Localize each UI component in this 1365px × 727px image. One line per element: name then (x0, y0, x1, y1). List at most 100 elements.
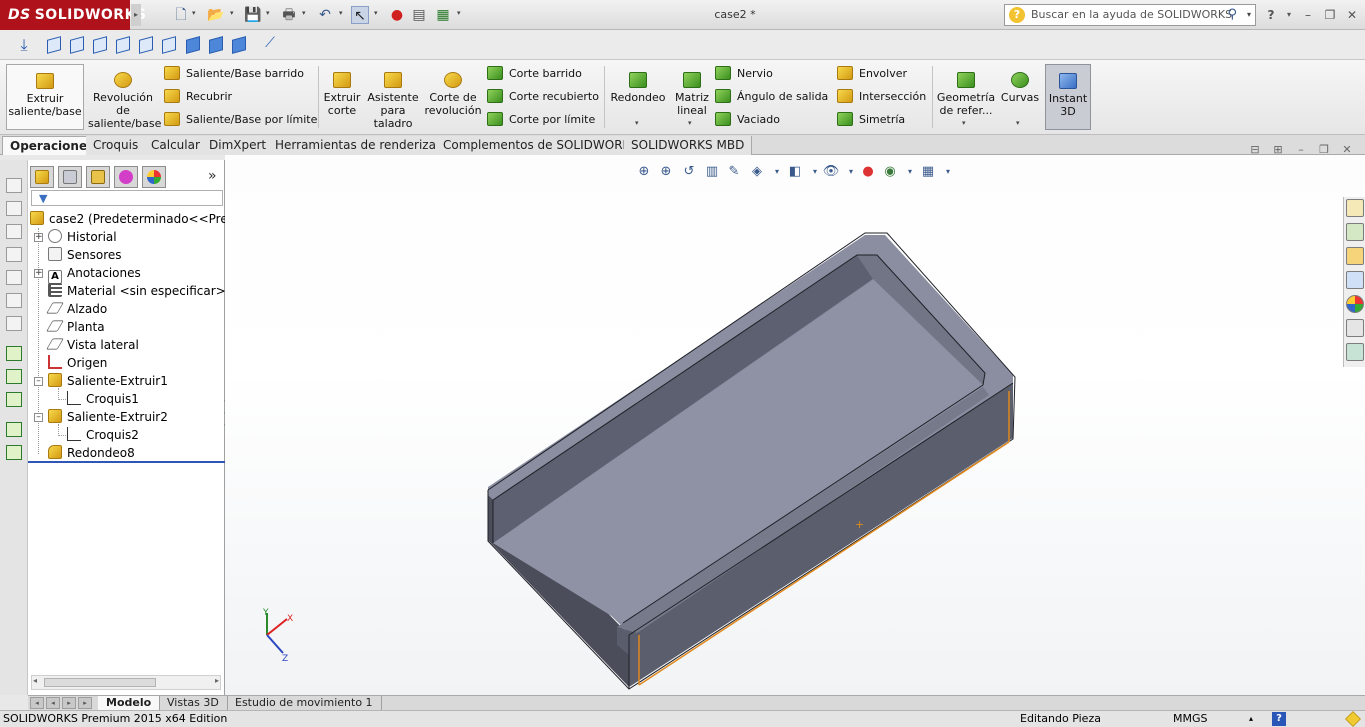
sketch-icon[interactable] (6, 346, 22, 361)
print-dropdown-icon[interactable]: ▾ (302, 9, 306, 17)
shell-button[interactable]: Vaciado (715, 110, 780, 130)
tree-item-extrude2[interactable]: Saliente-Extruir2 (48, 408, 168, 426)
mirror-button[interactable]: Simetría (837, 110, 905, 130)
display-manager-tab[interactable] (142, 166, 166, 188)
print-icon[interactable]: 🖶 (280, 6, 298, 24)
curves-dropdown-icon[interactable]: ▾ (1016, 119, 1020, 127)
curves-button[interactable]: Curvas (1000, 64, 1040, 130)
tab-model[interactable]: Modelo (98, 696, 161, 711)
dimxpert-manager-tab[interactable] (114, 166, 138, 188)
top-view-icon[interactable] (136, 35, 156, 55)
isometric-view-icon[interactable] (183, 35, 203, 55)
rebuild-traffic-light-icon[interactable]: ● (388, 6, 406, 24)
next-tab-icon[interactable]: ▸ (62, 697, 76, 709)
tree-item-origin[interactable]: Origen (48, 354, 107, 372)
save-icon[interactable]: 💾 (244, 6, 262, 24)
relations-icon[interactable] (6, 392, 22, 407)
search-icon[interactable]: ⚲ (1227, 5, 1237, 25)
minimize-window-icon[interactable]: – (1300, 7, 1316, 23)
tree-item-extrude1[interactable]: Saliente-Extruir1 (48, 372, 168, 390)
tab-mbd[interactable]: SOLIDWORKS MBD (624, 136, 753, 155)
panel-expand-icon[interactable]: » (208, 168, 217, 184)
rebuild-status-icon[interactable] (1345, 711, 1361, 727)
new-dropdown-icon[interactable]: ▾ (192, 9, 196, 17)
lofted-boss-button[interactable]: Recubrir (164, 87, 232, 107)
rollback-bar[interactable] (28, 461, 225, 463)
left-view-icon[interactable] (90, 35, 110, 55)
boundary-cut-button[interactable]: Corte por límite (487, 110, 595, 130)
tab-render-tools[interactable]: Herramientas de renderizado (268, 136, 459, 155)
view-selector-icon[interactable]: ⟋ (260, 35, 280, 55)
options-dropdown-icon[interactable]: ▾ (457, 9, 461, 17)
tree-root-part[interactable]: case2 (Predeterminado<<Predet (30, 210, 247, 228)
trimetric-view-icon[interactable] (206, 35, 226, 55)
tree-item-right-plane[interactable]: Vista lateral (46, 336, 139, 354)
tree-item-top-plane[interactable]: Planta (46, 318, 105, 336)
reference-geometry-dropdown-icon[interactable]: ▾ (962, 119, 966, 127)
appearances-icon[interactable] (1346, 295, 1364, 313)
hidden-lines-icon[interactable] (6, 201, 22, 216)
lofted-cut-button[interactable]: Corte recubierto (487, 87, 599, 107)
shaded-icon[interactable] (6, 178, 22, 193)
first-tab-icon[interactable]: ◂ (30, 697, 44, 709)
edit-appearance-icon[interactable] (6, 316, 22, 331)
collapse-extrude1-icon[interactable]: – (34, 377, 43, 386)
tree-item-material[interactable]: Material <sin especificar> (48, 282, 226, 300)
save-dropdown-icon[interactable]: ▾ (266, 9, 270, 17)
reference-geometry-button[interactable]: Geometría de refer... (936, 64, 996, 130)
file-properties-icon[interactable]: ▤ (410, 6, 428, 24)
close-window-icon[interactable]: ✕ (1344, 7, 1360, 23)
feature-manager-tab[interactable] (30, 166, 54, 188)
restore-window-icon[interactable]: ❐ (1322, 7, 1338, 23)
select-dropdown-icon[interactable]: ▾ (374, 9, 378, 17)
boundary-boss-button[interactable]: Saliente/Base por límite (164, 110, 317, 130)
tab-dimxpert[interactable]: DimXpert (202, 136, 275, 155)
undo-icon[interactable]: ↶ (316, 6, 334, 24)
rib-button[interactable]: Nervio (715, 64, 773, 84)
extrude-cut-button[interactable]: Extruir corte (322, 64, 362, 130)
feature-icon[interactable] (6, 422, 22, 437)
units-dropdown-icon[interactable]: ▴ (1249, 711, 1253, 727)
expand-history-icon[interactable]: + (34, 233, 43, 242)
tab-addins[interactable]: Complementos de SOLIDWORKS (436, 136, 647, 155)
view-orientation-icon[interactable] (6, 293, 22, 308)
linear-pattern-dropdown-icon[interactable]: ▾ (688, 119, 692, 127)
design-library-icon[interactable] (1346, 223, 1364, 241)
help-menu-dropdown-icon[interactable]: ▾ (1281, 7, 1297, 23)
intersect-button[interactable]: Intersección (837, 87, 926, 107)
tree-item-annotations[interactable]: A Anotaciones (48, 264, 141, 284)
revolve-boss-button[interactable]: Revolución de saliente/base (88, 64, 161, 130)
open-dropdown-icon[interactable]: ▾ (230, 9, 234, 17)
status-help-icon[interactable]: ? (1272, 712, 1286, 726)
scroll-left-icon[interactable]: ◂ (33, 676, 37, 685)
revolve-cut-button[interactable]: Corte de revolución (424, 64, 482, 130)
display-style-icon[interactable] (6, 270, 22, 285)
tab-evaluate[interactable]: Calcular (144, 136, 208, 155)
hole-wizard-button[interactable]: Asistente para taladro (366, 64, 420, 130)
tree-item-sketch1[interactable]: Croquis1 (67, 390, 139, 408)
open-folder-icon[interactable]: 📂 (207, 6, 225, 24)
custom-properties-icon[interactable] (1346, 319, 1364, 337)
solidworks-logo[interactable]: DS SOLIDWORKS (0, 0, 146, 30)
options-icon[interactable]: ▦ (434, 6, 452, 24)
help-menu-icon[interactable]: ? (1263, 7, 1279, 23)
tree-horizontal-scrollbar[interactable]: ◂ ▸ (31, 675, 221, 690)
tab-motion-study[interactable]: Estudio de movimiento 1 (227, 696, 382, 711)
help-search-input[interactable]: ? Buscar en la ayuda de SOLIDWORKS ⚲ ▾ (1004, 4, 1256, 26)
file-explorer-icon[interactable] (1346, 247, 1364, 265)
dimetric-view-icon[interactable] (229, 35, 249, 55)
swept-cut-button[interactable]: Corte barrido (487, 64, 582, 84)
forum-icon[interactable] (1346, 343, 1364, 361)
back-view-icon[interactable] (67, 35, 87, 55)
last-tab-icon[interactable]: ▸ (78, 697, 92, 709)
smart-dimension-icon[interactable] (6, 369, 22, 384)
draft-button[interactable]: Ángulo de salida (715, 87, 828, 107)
prev-tab-icon[interactable]: ◂ (46, 697, 60, 709)
tree-item-sensors[interactable]: Sensores (48, 246, 122, 264)
tree-item-history[interactable]: Historial (48, 228, 117, 246)
search-dropdown-icon[interactable]: ▾ (1247, 5, 1251, 25)
tree-filter-input[interactable]: ▼ (31, 190, 223, 206)
tree-item-sketch2[interactable]: Croquis2 (67, 426, 139, 444)
view-palette-icon[interactable] (1346, 271, 1364, 289)
select-cursor-icon[interactable]: ↖ (351, 6, 369, 24)
